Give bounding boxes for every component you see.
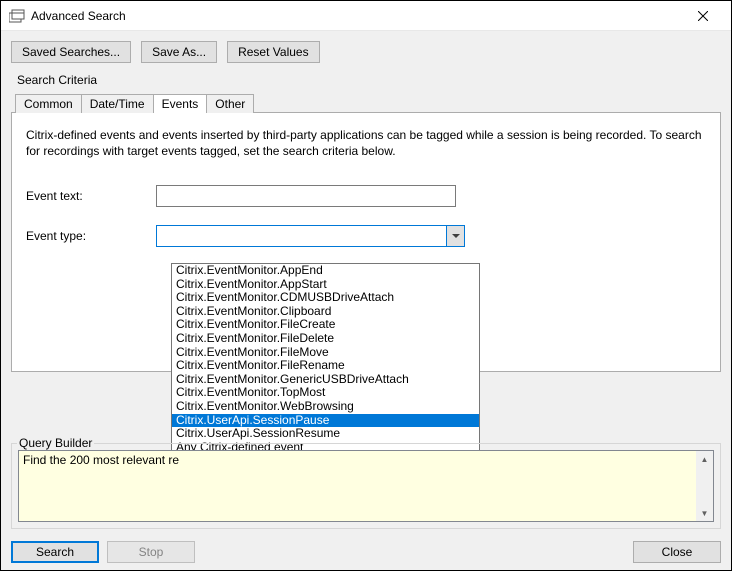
footer: Search Stop Close [11,541,721,563]
search-button[interactable]: Search [11,541,99,563]
dropdown-item[interactable]: Citrix.UserApi.SessionResume [172,427,479,441]
dropdown-item[interactable]: Citrix.EventMonitor.Clipboard [172,305,479,319]
query-builder-text: Find the 200 most relevant re [23,453,179,467]
chevron-down-icon[interactable] [446,226,464,246]
tab-other[interactable]: Other [206,94,254,113]
tab-datetime[interactable]: Date/Time [81,94,154,113]
search-criteria-label: Search Criteria [17,73,721,87]
events-description: Citrix-defined events and events inserte… [26,127,706,159]
query-builder-label: Query Builder [17,436,94,450]
window-title: Advanced Search [31,9,683,23]
tab-events[interactable]: Events [153,94,208,113]
stop-button: Stop [107,541,195,563]
spacer [203,541,625,563]
scrollbar[interactable]: ▲ ▼ [696,451,713,521]
event-text-input[interactable] [156,185,456,207]
dropdown-item[interactable]: Citrix.EventMonitor.GenericUSBDriveAttac… [172,373,479,387]
query-builder-group: Find the 200 most relevant re ▲ ▼ [11,443,721,529]
title-bar: Advanced Search [1,1,731,31]
dropdown-item[interactable]: Citrix.EventMonitor.TopMost [172,386,479,400]
dropdown-item[interactable]: Citrix.EventMonitor.AppStart [172,278,479,292]
close-icon[interactable] [683,1,723,31]
dropdown-item[interactable]: Citrix.EventMonitor.AppEnd [172,264,479,278]
tabstrip: Common Date/Time Events Other [15,93,721,112]
dropdown-item[interactable]: Citrix.EventMonitor.FileCreate [172,318,479,332]
save-as-button[interactable]: Save As... [141,41,217,63]
event-type-input[interactable] [157,226,446,246]
scroll-down-icon[interactable]: ▼ [696,505,713,521]
dropdown-item[interactable]: Citrix.EventMonitor.FileMove [172,346,479,360]
event-type-row: Event type: [26,225,706,247]
dropdown-item[interactable]: Citrix.EventMonitor.FileDelete [172,332,479,346]
saved-searches-button[interactable]: Saved Searches... [11,41,131,63]
event-type-dropdown[interactable]: Citrix.EventMonitor.AppEnd Citrix.EventM… [171,263,480,455]
close-button[interactable]: Close [633,541,721,563]
app-icon [9,9,25,23]
event-type-combobox[interactable] [156,225,465,247]
dropdown-item[interactable]: Citrix.EventMonitor.FileRename [172,359,479,373]
event-text-label: Event text: [26,189,156,203]
event-text-row: Event text: [26,185,706,207]
query-builder-text-area[interactable]: Find the 200 most relevant re ▲ ▼ [18,450,714,522]
dropdown-item-selected[interactable]: Citrix.UserApi.SessionPause [172,414,479,428]
dropdown-item[interactable]: Citrix.EventMonitor.CDMUSBDriveAttach [172,291,479,305]
tab-common[interactable]: Common [15,94,82,113]
events-panel: Citrix-defined events and events inserte… [11,112,721,372]
dropdown-item[interactable]: Citrix.EventMonitor.WebBrowsing [172,400,479,414]
reset-values-button[interactable]: Reset Values [227,41,319,63]
event-type-label: Event type: [26,229,156,243]
dialog-body: Saved Searches... Save As... Reset Value… [1,31,731,570]
toolbar: Saved Searches... Save As... Reset Value… [11,41,721,63]
scroll-up-icon[interactable]: ▲ [696,451,713,467]
